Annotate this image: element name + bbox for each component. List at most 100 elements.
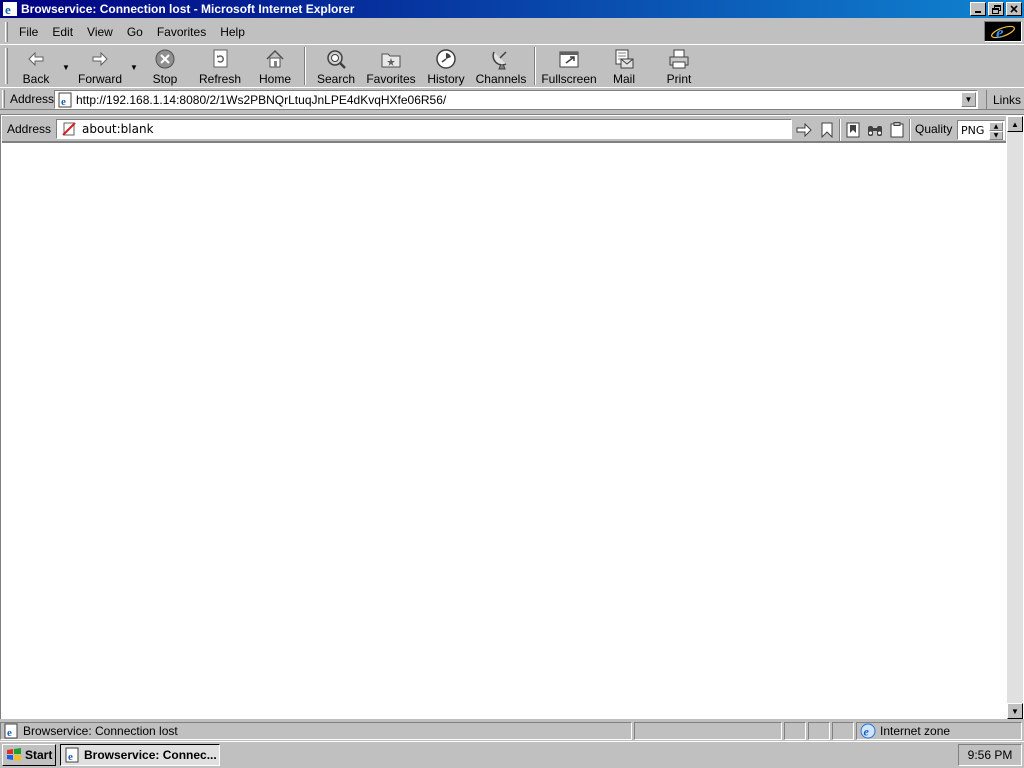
scroll-up-button[interactable]: ▲ xyxy=(1007,116,1023,132)
menu-favorites[interactable]: Favorites xyxy=(150,25,213,39)
print-label: Print xyxy=(666,72,692,86)
find-button[interactable] xyxy=(866,121,884,139)
start-label: Start xyxy=(25,748,53,762)
print-icon xyxy=(669,49,689,69)
browservice-separator xyxy=(909,119,911,141)
menu-edit[interactable]: Edit xyxy=(45,25,80,39)
scroll-down-arrow-icon: ▼ xyxy=(1011,706,1019,716)
forward-dropdown-button[interactable]: ▼ xyxy=(128,45,140,87)
history-icon xyxy=(436,49,456,69)
clipboard-icon xyxy=(890,122,904,138)
mail-button[interactable]: Mail xyxy=(598,45,650,87)
internet-zone-icon: e xyxy=(860,723,876,739)
fullscreen-button[interactable]: Fullscreen xyxy=(540,45,598,87)
bookmarks-page-button[interactable] xyxy=(844,121,862,139)
favorites-folder-icon xyxy=(381,53,401,68)
minimize-button[interactable] xyxy=(970,2,986,16)
svg-text:e: e xyxy=(7,727,12,739)
quality-label: Quality xyxy=(915,122,953,136)
clock[interactable]: 9:56 PM xyxy=(968,748,1013,762)
links-label: Links xyxy=(993,92,1022,107)
menu-view[interactable]: View xyxy=(80,25,120,39)
history-button[interactable]: History xyxy=(420,45,472,87)
menu-go[interactable]: Go xyxy=(120,25,150,39)
browservice-address-input[interactable]: about:blank xyxy=(56,119,792,139)
status-pane-small xyxy=(832,722,854,740)
forward-arrow-icon xyxy=(92,51,108,67)
close-button[interactable] xyxy=(1006,2,1022,16)
channels-icon xyxy=(492,51,507,70)
channels-button[interactable]: Channels xyxy=(472,45,530,87)
menu-file[interactable]: File xyxy=(12,25,45,39)
home-button[interactable]: Home xyxy=(250,45,300,87)
ie-logo-icon: e xyxy=(991,23,1015,41)
stop-button[interactable]: Stop xyxy=(140,45,190,87)
browser-content-frame[interactable]: Address about:blank Quality PNG ▲ ▼ ▲ ▼ xyxy=(0,114,1024,719)
svg-text:e: e xyxy=(996,23,1004,41)
back-dropdown-button[interactable]: ▼ xyxy=(60,45,72,87)
minimize-icon xyxy=(975,11,981,13)
ie-address-bar: Address e http://192.168.1.14:8080/2/1Ws… xyxy=(0,87,1024,110)
address-url: http://192.168.1.14:8080/2/1Ws2PBNQrLtuq… xyxy=(76,92,447,107)
search-icon xyxy=(327,50,346,69)
bookmark-button[interactable] xyxy=(818,121,836,139)
window-titlebar[interactable]: e Browservice: Connection lost - Microso… xyxy=(0,0,1024,18)
no-security-icon xyxy=(62,122,76,136)
address-label: Address xyxy=(10,91,55,106)
mail-label: Mail xyxy=(612,72,635,86)
toolbar-separator xyxy=(534,47,536,85)
quality-up-button[interactable]: ▲ xyxy=(989,122,1003,131)
restore-button[interactable] xyxy=(988,2,1004,16)
quality-selector[interactable]: PNG ▲ ▼ xyxy=(957,120,1005,140)
quality-spinner[interactable]: ▲ ▼ xyxy=(989,122,1003,140)
binoculars-icon xyxy=(868,126,882,136)
windows-logo-icon xyxy=(7,748,21,761)
taskbar-window-label: Browservice: Connec... xyxy=(84,748,217,762)
menubar-grip[interactable] xyxy=(5,21,8,42)
zone-text: Internet zone xyxy=(880,724,951,738)
restore-icon xyxy=(991,4,1001,14)
stop-icon xyxy=(155,49,175,69)
toolbar-grip[interactable] xyxy=(5,48,8,84)
menu-bar: File Edit View Go Favorites Help e xyxy=(0,19,1024,44)
go-arrow-icon xyxy=(796,123,812,137)
scroll-down-button[interactable]: ▼ xyxy=(1007,703,1023,719)
taskbar-window-button[interactable]: e Browservice: Connec... xyxy=(60,744,220,766)
forward-label: Forward xyxy=(77,72,122,86)
favorites-label: Favorites xyxy=(366,72,416,86)
home-icon xyxy=(266,49,284,68)
chevron-up-icon: ▲ xyxy=(993,123,999,130)
vertical-scrollbar[interactable]: ▲ ▼ xyxy=(1007,116,1023,719)
clipboard-button[interactable] xyxy=(888,121,906,139)
address-dropdown-button[interactable]: ▼ xyxy=(961,92,976,107)
status-bar: e Browservice: Connection lost e Interne… xyxy=(0,721,1024,741)
quality-down-button[interactable]: ▼ xyxy=(989,131,1003,140)
chevron-down-icon: ▼ xyxy=(993,132,999,139)
browservice-url: about:blank xyxy=(82,122,154,136)
go-button[interactable] xyxy=(795,121,813,139)
window-title: Browservice: Connection lost - Microsoft… xyxy=(21,2,355,16)
back-button[interactable]: Back xyxy=(12,45,60,87)
addressbar-grip[interactable] xyxy=(2,89,5,108)
chevron-down-icon: ▼ xyxy=(964,95,973,104)
chevron-down-icon: ▼ xyxy=(62,62,70,72)
standard-toolbar: Back ▼ Forward ▼ Stop Refresh Home Searc… xyxy=(0,44,1024,87)
history-label: History xyxy=(427,72,465,86)
search-button[interactable]: Search xyxy=(310,45,362,87)
refresh-icon xyxy=(213,49,228,68)
fullscreen-label: Fullscreen xyxy=(541,72,597,86)
zone-pane[interactable]: e Internet zone xyxy=(856,722,1022,740)
bookmark-page-icon xyxy=(846,122,860,138)
windows-taskbar: Start e Browservice: Connec... 9:56 PM xyxy=(0,741,1024,768)
back-label: Back xyxy=(22,72,50,86)
refresh-button[interactable]: Refresh xyxy=(190,45,250,87)
forward-button[interactable]: Forward xyxy=(72,45,128,87)
start-button[interactable]: Start xyxy=(2,744,56,766)
favorites-button[interactable]: Favorites xyxy=(362,45,420,87)
menu-help[interactable]: Help xyxy=(213,25,252,39)
links-button[interactable]: Links xyxy=(986,90,1021,109)
fullscreen-icon xyxy=(559,51,579,68)
address-input[interactable]: e http://192.168.1.14:8080/2/1Ws2PBNQrLt… xyxy=(54,90,978,109)
progress-pane xyxy=(634,722,782,740)
print-button[interactable]: Print xyxy=(650,45,708,87)
